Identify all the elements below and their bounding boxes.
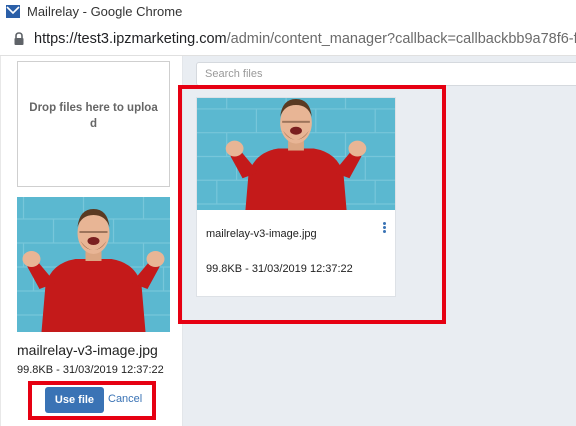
url-path: /admin/content_manager?callback=callback… xyxy=(226,31,576,47)
window-title: Mailrelay - Google Chrome xyxy=(27,4,183,19)
dropzone-text: Drop files here to upload xyxy=(29,102,158,130)
url-host: https://test3.ipzmarketing.com xyxy=(34,31,227,47)
photo-thumbnail xyxy=(17,197,170,332)
highlight-box-file xyxy=(178,85,446,324)
selected-file-meta: 99.8KB - 31/03/2019 12:37:22 xyxy=(17,364,164,376)
selected-file-name: mailrelay-v3-image.jpg xyxy=(17,342,158,358)
cancel-link[interactable]: Cancel xyxy=(108,393,142,405)
window-titlebar: Mailrelay - Google Chrome xyxy=(0,0,576,24)
url-text[interactable]: https://test3.ipzmarketing.com/admin/con… xyxy=(34,31,576,47)
mail-envelope-icon xyxy=(6,5,20,18)
lock-icon xyxy=(14,32,24,45)
search-files-input[interactable] xyxy=(196,62,576,86)
use-file-button[interactable]: Use file xyxy=(45,387,104,413)
address-bar[interactable]: https://test3.ipzmarketing.com/admin/con… xyxy=(0,24,576,56)
selected-file-preview xyxy=(17,197,170,332)
file-dropzone[interactable]: Drop files here to upload xyxy=(17,61,170,187)
